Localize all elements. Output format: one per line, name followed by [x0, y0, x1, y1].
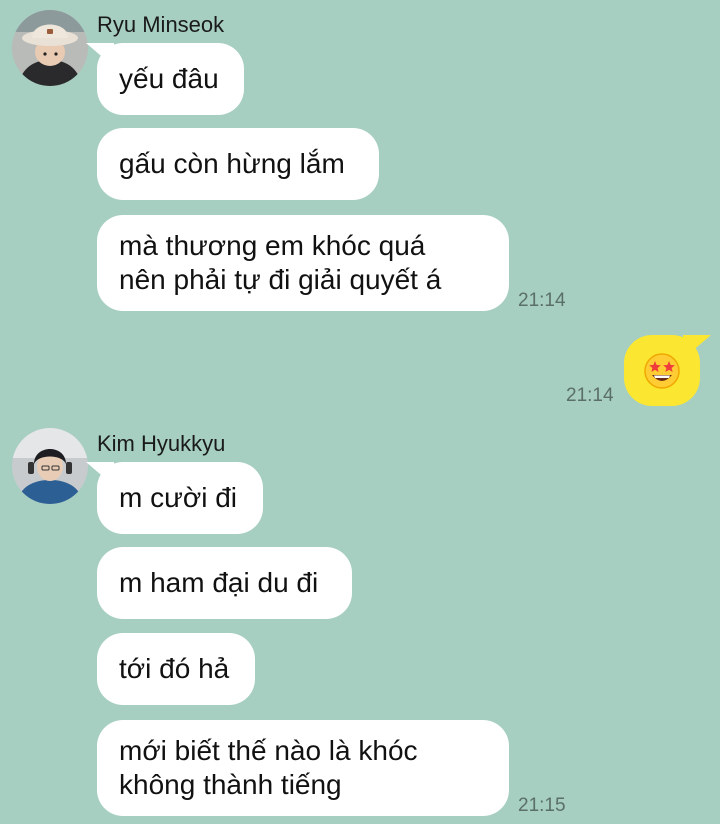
sender-name: Kim Hyukkyu [97, 431, 226, 456]
avatar-kim-hyukkyu[interactable] [12, 428, 88, 504]
message-bubble[interactable]: gấu còn hừng lắm [97, 128, 379, 200]
message-timestamp: 21:14 [566, 385, 614, 406]
message-bubble[interactable]: tới đó hả [97, 633, 255, 705]
message-bubble[interactable]: yếu đâu [97, 43, 244, 115]
message-timestamp: 21:14 [518, 290, 566, 311]
star-struck-emoji-icon [644, 352, 680, 389]
message-timestamp: 21:15 [518, 795, 566, 816]
message-bubble[interactable]: m ham đại du đi [97, 547, 352, 619]
outgoing-emoji-bubble[interactable] [624, 335, 700, 406]
avatar-ryu-minseok[interactable] [12, 10, 88, 86]
sender-name: Ryu Minseok [97, 12, 225, 37]
message-bubble[interactable]: mới biết thế nào là khóc không thành tiế… [97, 720, 509, 816]
message-bubble[interactable]: m cười đi [97, 462, 263, 534]
message-bubble[interactable]: mà thương em khóc quá nên phải tự đi giả… [97, 215, 509, 311]
user-avatar-bucket-hat-icon [12, 10, 88, 86]
user-avatar-headset-icon [12, 428, 88, 504]
